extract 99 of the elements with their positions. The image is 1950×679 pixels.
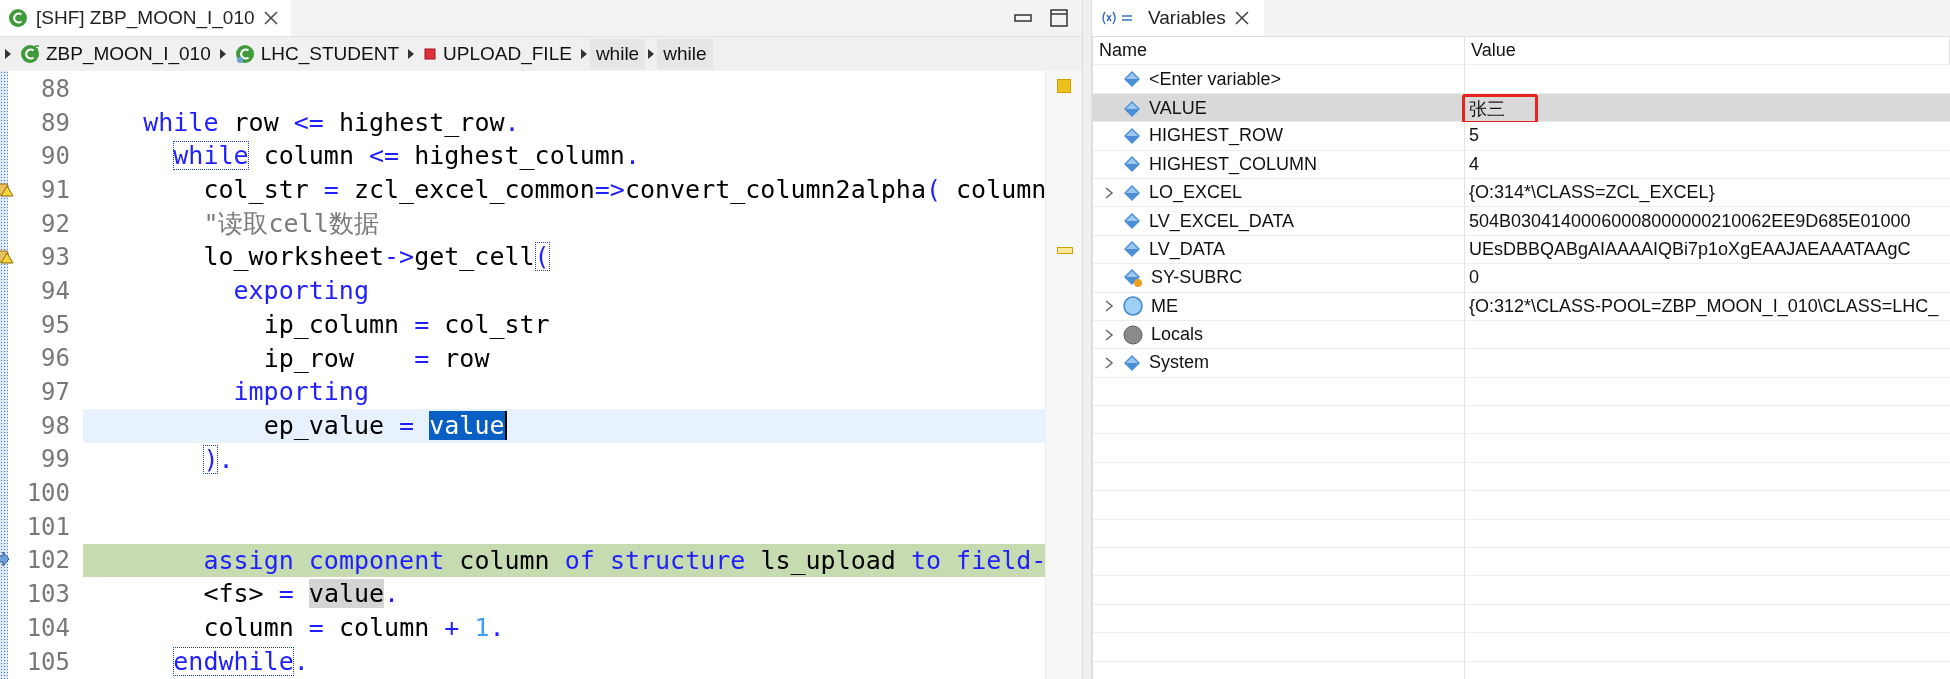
variable-value: 4 <box>1469 153 1479 175</box>
variable-icon <box>1123 183 1141 202</box>
line-number: 95 <box>40 310 71 339</box>
variable-name: Locals <box>1151 324 1204 346</box>
variable-row[interactable]: VALUE 张三 <box>1093 93 1950 123</box>
code-line: ip_column = col_str <box>262 308 551 341</box>
line-number: 91 <box>40 175 71 204</box>
code-line: importing <box>232 376 370 409</box>
variable-icon <box>1123 70 1141 89</box>
code-line: while column <= highest_column. <box>172 140 641 173</box>
breadcrumb-item[interactable]: UPLOAD_FILE <box>417 39 578 69</box>
variable-icon <box>1123 126 1141 145</box>
variable-row[interactable]: LV_DATA UEsDBBQABgAIAAAAIQBi7p1oXgEAAJAEAAATAAgC <box>1093 235 1950 265</box>
line-number: 92 <box>40 209 71 238</box>
code-line: endwhile. <box>172 645 310 678</box>
breadcrumb-item[interactable]: while <box>589 39 646 69</box>
variable-name: VALUE <box>1149 98 1207 120</box>
breadcrumb-arrow-icon <box>579 48 588 60</box>
line-number: 101 <box>25 512 71 541</box>
variable-value: 5 <box>1469 125 1479 147</box>
column-header[interactable]: Value <box>1465 37 1950 65</box>
breadcrumb-item[interactable]: LHC_STUDENT <box>228 39 406 69</box>
variable-icon <box>1123 354 1141 372</box>
code-line: while row <= highest_row. <box>142 106 521 139</box>
breadcrumb-item[interactable]: while <box>657 39 713 69</box>
breadcrumb-arrow-icon <box>647 48 656 60</box>
code-line: lo_worksheet->get_cell( <box>202 241 551 274</box>
variable-icon <box>1123 240 1141 259</box>
line-number: 103 <box>25 580 71 609</box>
locals-icon <box>1123 324 1143 345</box>
variable-value: 504B03041400060008000000210062EE9D685E01000 <box>1469 210 1911 232</box>
close-icon[interactable] <box>262 10 279 26</box>
object-icon <box>1123 296 1143 317</box>
variable-row[interactable]: LO_EXCEL {O:314*\CLASS=ZCL_EXCEL} <box>1093 178 1950 208</box>
line-number: 97 <box>40 378 71 407</box>
variable-name: HIGHEST_ROW <box>1149 125 1283 147</box>
maximize-icon[interactable] <box>1050 9 1068 27</box>
breadcrumb-arrow-icon <box>407 48 416 60</box>
code-line: col_str = zcl_excel_common=>convert_column2alpha( column <box>202 174 1045 207</box>
breadcrumb-item[interactable]: ZBP_MOON_I_010 <box>14 39 217 69</box>
variable-name: LO_EXCEL <box>1149 182 1243 204</box>
variable-icon <box>1123 99 1141 118</box>
expand-chevron-icon[interactable] <box>1103 299 1115 314</box>
line-number: 105 <box>25 647 71 676</box>
column-header[interactable]: Name <box>1093 37 1465 65</box>
variable-name: ME <box>1151 295 1178 317</box>
changed-variable-icon <box>1123 267 1143 288</box>
line-number: 102 <box>25 546 71 575</box>
line-number: 89 <box>40 108 71 137</box>
variable-value: UEsDBBQABgAIAAAAIQBi7p1oXgEAAJAEAAATAAgC <box>1469 238 1911 260</box>
variable-name: SY-SUBRC <box>1151 267 1243 289</box>
variable-icon <box>1123 155 1141 174</box>
variable-row[interactable]: SY-SUBRC 0 <box>1093 264 1950 293</box>
variables-tab[interactable]: Variables <box>1092 0 1264 36</box>
close-icon[interactable] <box>1233 10 1250 26</box>
breadcrumb-arrow-icon <box>218 48 227 60</box>
breadcrumb-arrow-icon <box>4 48 12 60</box>
variable-value: 0 <box>1469 267 1479 289</box>
line-number: 99 <box>40 445 71 474</box>
variable-row[interactable]: ME {O:312*\CLASS-POOL=ZBP_MOON_I_010\CLASS=LHC_ <box>1093 292 1950 321</box>
variable-row[interactable]: HIGHEST_ROW 5 <box>1093 122 1950 151</box>
code-line: ). <box>202 443 235 476</box>
code-line: exporting <box>232 275 370 308</box>
variable-row[interactable]: System <box>1093 349 1950 378</box>
arrow-icon <box>0 550 10 567</box>
code-line: "读取cell数据 <box>202 207 380 240</box>
variable-row[interactable]: HIGHEST_COLUMN 4 <box>1093 150 1950 179</box>
class-icon <box>234 44 255 64</box>
code-line: <fs> = value. <box>202 578 401 611</box>
code-line: column = column + 1. <box>202 612 506 644</box>
variable-row[interactable]: Locals <box>1093 320 1950 350</box>
minimize-icon[interactable] <box>1014 13 1032 23</box>
line-number: 90 <box>40 142 71 171</box>
line-number: 94 <box>40 276 71 305</box>
variable-name: HIGHEST_COLUMN <box>1149 153 1318 175</box>
variable-name: LV_DATA <box>1149 238 1226 260</box>
variable-name: System <box>1149 352 1209 374</box>
class-icon <box>20 44 40 64</box>
variable-value: {O:314*\CLASS=ZCL_EXCEL} <box>1469 182 1715 204</box>
variable-icon <box>1123 212 1141 231</box>
line-number: 100 <box>25 479 71 508</box>
code-line: ip_row = row <box>262 342 491 375</box>
line-number: 96 <box>40 344 71 373</box>
class-icon <box>8 8 28 28</box>
variable-row[interactable]: LV_EXCEL_DATA 504B03041400060008000000210062EE9D685E01000 <box>1093 207 1950 236</box>
variable-name: LV_EXCEL_DATA <box>1149 210 1295 232</box>
editor-tab[interactable]: [SHF] ZBP_MOON_I_010 <box>0 0 291 36</box>
line-number: 104 <box>25 613 71 642</box>
line-number: 93 <box>40 243 71 272</box>
variable-name: <Enter variable> <box>1149 68 1282 90</box>
line-number: 98 <box>40 411 71 440</box>
method-icon <box>423 47 438 61</box>
variable-row[interactable]: <Enter variable> <box>1093 65 1950 94</box>
line-number: 88 <box>40 74 71 103</box>
expand-chevron-icon[interactable] <box>1103 185 1115 200</box>
expand-chevron-icon[interactable] <box>1103 327 1115 342</box>
variable-value: 张三 <box>1469 97 1505 121</box>
expand-chevron-icon[interactable] <box>1103 356 1115 370</box>
variable-value: {O:312*\CLASS-POOL=ZBP_MOON_I_010\CLASS=LHC_ <box>1469 295 1939 317</box>
